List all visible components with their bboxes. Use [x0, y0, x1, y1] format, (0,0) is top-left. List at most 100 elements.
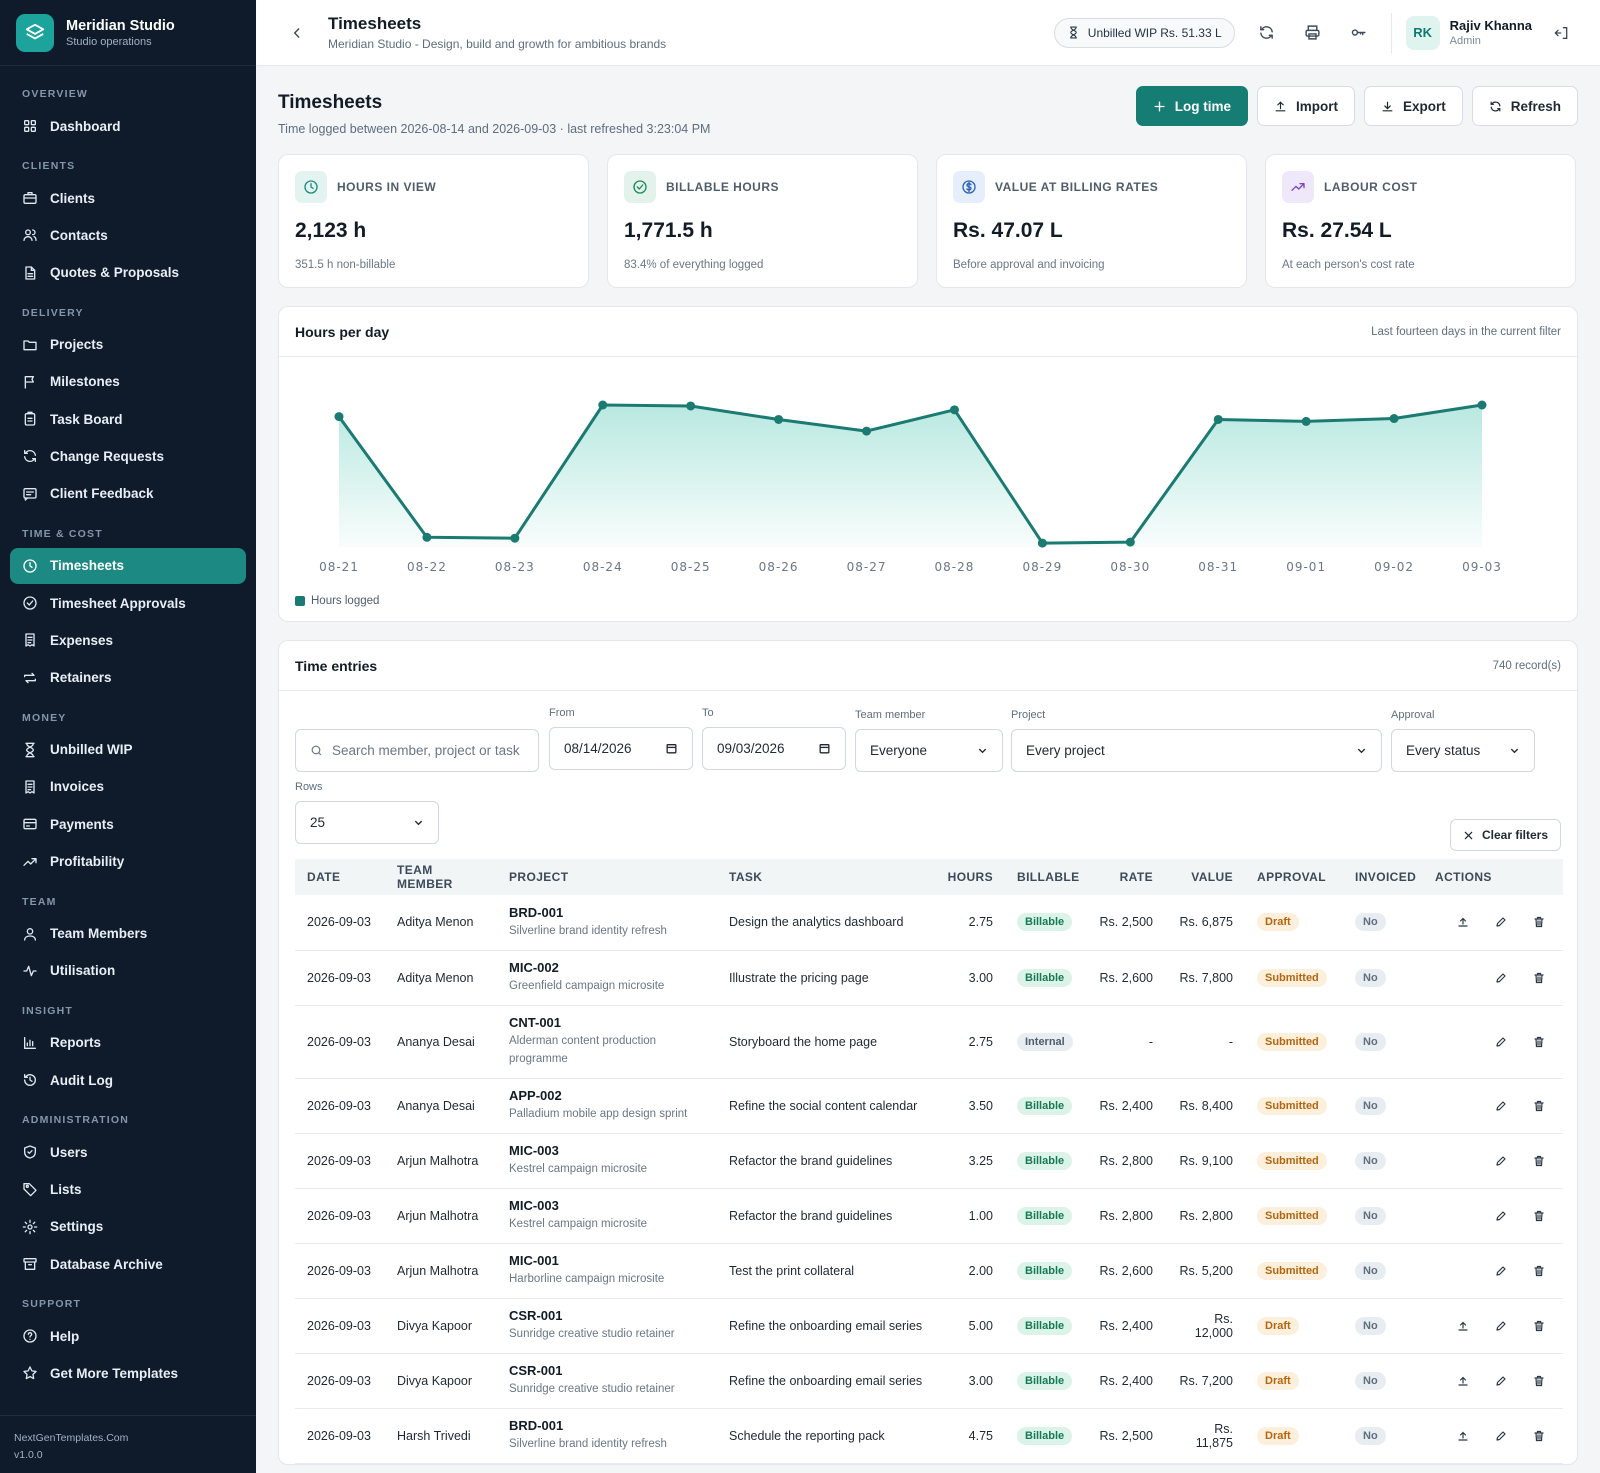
sidebar-item-help[interactable]: Help: [10, 1318, 246, 1354]
brand[interactable]: Meridian Studio Studio operations: [0, 0, 256, 66]
project-code[interactable]: MIC-003: [509, 1198, 705, 1213]
project-code[interactable]: APP-002: [509, 1088, 705, 1103]
table-row[interactable]: 2026-09-03 Harsh Trivedi BRD-001 Silverline…: [295, 1408, 1563, 1464]
submit-upload-icon[interactable]: [1455, 1428, 1471, 1444]
sidebar-item-milestones[interactable]: Milestones: [10, 364, 246, 400]
data-point[interactable]: [422, 532, 432, 542]
data-point[interactable]: [774, 414, 784, 424]
rows-select[interactable]: 25: [295, 801, 439, 844]
table-row[interactable]: 2026-09-03 Ananya Desai CNT-001 Alderman co…: [295, 1005, 1563, 1079]
sidebar-item-lists[interactable]: Lists: [10, 1171, 246, 1207]
data-point[interactable]: [1037, 538, 1047, 548]
member-select[interactable]: Everyone: [855, 729, 1003, 772]
to-date-input[interactable]: 09/03/2026: [702, 727, 846, 770]
project-code[interactable]: MIC-002: [509, 960, 705, 975]
delete-trash-icon[interactable]: [1531, 1263, 1547, 1279]
sidebar-item-projects[interactable]: Projects: [10, 327, 246, 363]
project-code[interactable]: CSR-001: [509, 1308, 705, 1323]
edit-pencil-icon[interactable]: [1493, 1373, 1509, 1389]
sidebar-item-users[interactable]: Users: [10, 1134, 246, 1170]
submit-upload-icon[interactable]: [1455, 914, 1471, 930]
data-point[interactable]: [949, 405, 959, 415]
table-row[interactable]: 2026-09-03 Arjun Malhotra MIC-001 Harborlin…: [295, 1243, 1563, 1299]
col-member[interactable]: TEAM MEMBER: [385, 859, 497, 895]
col-rate[interactable]: RATE: [1085, 859, 1165, 895]
sidebar-item-settings[interactable]: Settings: [10, 1209, 246, 1245]
submit-upload-icon[interactable]: [1455, 1373, 1471, 1389]
footer-site[interactable]: NextGenTemplates.Com: [14, 1430, 242, 1447]
table-row[interactable]: 2026-09-03 Arjun Malhotra MIC-003 Kestrel c…: [295, 1133, 1563, 1189]
sidebar-item-timesheets[interactable]: Timesheets: [10, 547, 246, 584]
table-row[interactable]: 2026-09-03 Divya Kapoor CSR-001 Sunridge cr…: [295, 1353, 1563, 1409]
sidebar-item-audit-log[interactable]: Audit Log: [10, 1062, 246, 1098]
col-task[interactable]: TASK: [717, 859, 935, 895]
sidebar-item-client-feedback[interactable]: Client Feedback: [10, 476, 246, 512]
delete-trash-icon[interactable]: [1531, 1428, 1547, 1444]
col-date[interactable]: DATE: [295, 859, 385, 895]
project-code[interactable]: BRD-001: [509, 905, 705, 920]
delete-trash-icon[interactable]: [1531, 914, 1547, 930]
submit-upload-icon[interactable]: [1455, 1318, 1471, 1334]
project-code[interactable]: CSR-001: [509, 1363, 705, 1378]
data-point[interactable]: [1301, 416, 1311, 426]
sidebar-item-dashboard[interactable]: Dashboard: [10, 108, 246, 144]
delete-trash-icon[interactable]: [1531, 1208, 1547, 1224]
sidebar-item-reports[interactable]: Reports: [10, 1025, 246, 1061]
edit-pencil-icon[interactable]: [1493, 1208, 1509, 1224]
back-button[interactable]: [286, 22, 308, 44]
edit-pencil-icon[interactable]: [1493, 1428, 1509, 1444]
edit-pencil-icon[interactable]: [1493, 1034, 1509, 1050]
col-project[interactable]: PROJECT: [497, 859, 717, 895]
sidebar-item-expenses[interactable]: Expenses: [10, 622, 246, 658]
sidebar-item-contacts[interactable]: Contacts: [10, 217, 246, 253]
user-menu[interactable]: RK Rajiv Khanna Admin: [1390, 12, 1576, 53]
data-point[interactable]: [598, 400, 608, 410]
table-row[interactable]: 2026-09-03 Arjun Malhotra MIC-003 Kestrel c…: [295, 1188, 1563, 1244]
table-row[interactable]: 2026-09-03 Aditya Menon BRD-001 Silverline …: [295, 895, 1563, 951]
chart-legend[interactable]: Hours logged: [295, 595, 379, 607]
search-input[interactable]: Search member, project or task: [295, 729, 539, 772]
logout-button[interactable]: [1548, 19, 1576, 47]
data-point[interactable]: [1389, 414, 1399, 424]
data-point[interactable]: [1213, 414, 1223, 424]
project-code[interactable]: BRD-001: [509, 1418, 705, 1433]
delete-trash-icon[interactable]: [1531, 1034, 1547, 1050]
delete-trash-icon[interactable]: [1531, 1153, 1547, 1169]
print-button[interactable]: [1299, 19, 1327, 47]
edit-pencil-icon[interactable]: [1493, 1263, 1509, 1279]
data-point[interactable]: [510, 533, 520, 543]
edit-pencil-icon[interactable]: [1493, 1153, 1509, 1169]
edit-pencil-icon[interactable]: [1493, 1098, 1509, 1114]
data-point[interactable]: [862, 426, 872, 436]
sidebar-item-team-members[interactable]: Team Members: [10, 916, 246, 952]
project-code[interactable]: CNT-001: [509, 1015, 705, 1030]
sidebar-item-timesheet-approvals[interactable]: Timesheet Approvals: [10, 585, 246, 621]
col-invoiced[interactable]: INVOICED: [1343, 859, 1423, 895]
col-hours[interactable]: HOURS: [935, 859, 1005, 895]
delete-trash-icon[interactable]: [1531, 1373, 1547, 1389]
clear-filters-button[interactable]: Clear filters: [1449, 819, 1561, 851]
sidebar-item-profitability[interactable]: Profitability: [10, 844, 246, 880]
sync-button[interactable]: [1253, 19, 1281, 47]
sidebar-item-quotes-and-proposals[interactable]: Quotes & Proposals: [10, 255, 246, 291]
sidebar-item-change-requests[interactable]: Change Requests: [10, 438, 246, 474]
data-point[interactable]: [1125, 537, 1135, 547]
sidebar-item-get-more-templates[interactable]: Get More Templates: [10, 1355, 246, 1391]
sidebar-item-unbilled-wip[interactable]: Unbilled WIP: [10, 732, 246, 768]
edit-pencil-icon[interactable]: [1493, 914, 1509, 930]
log-time-button[interactable]: Log time: [1135, 86, 1248, 126]
sidebar-item-utilisation[interactable]: Utilisation: [10, 953, 246, 989]
edit-pencil-icon[interactable]: [1493, 1318, 1509, 1334]
import-button[interactable]: Import: [1256, 86, 1355, 126]
data-point[interactable]: [334, 412, 344, 422]
from-date-input[interactable]: 08/14/2026: [549, 727, 693, 770]
col-billable[interactable]: BILLABLE: [1005, 859, 1085, 895]
unbilled-wip-pill[interactable]: Unbilled WIP Rs. 51.33 L: [1053, 17, 1235, 48]
calendar-icon[interactable]: [818, 742, 831, 755]
delete-trash-icon[interactable]: [1531, 1098, 1547, 1114]
sidebar-item-payments[interactable]: Payments: [10, 806, 246, 842]
edit-pencil-icon[interactable]: [1493, 970, 1509, 986]
col-value[interactable]: VALUE: [1165, 859, 1245, 895]
delete-trash-icon[interactable]: [1531, 1318, 1547, 1334]
export-button[interactable]: Export: [1363, 86, 1463, 126]
